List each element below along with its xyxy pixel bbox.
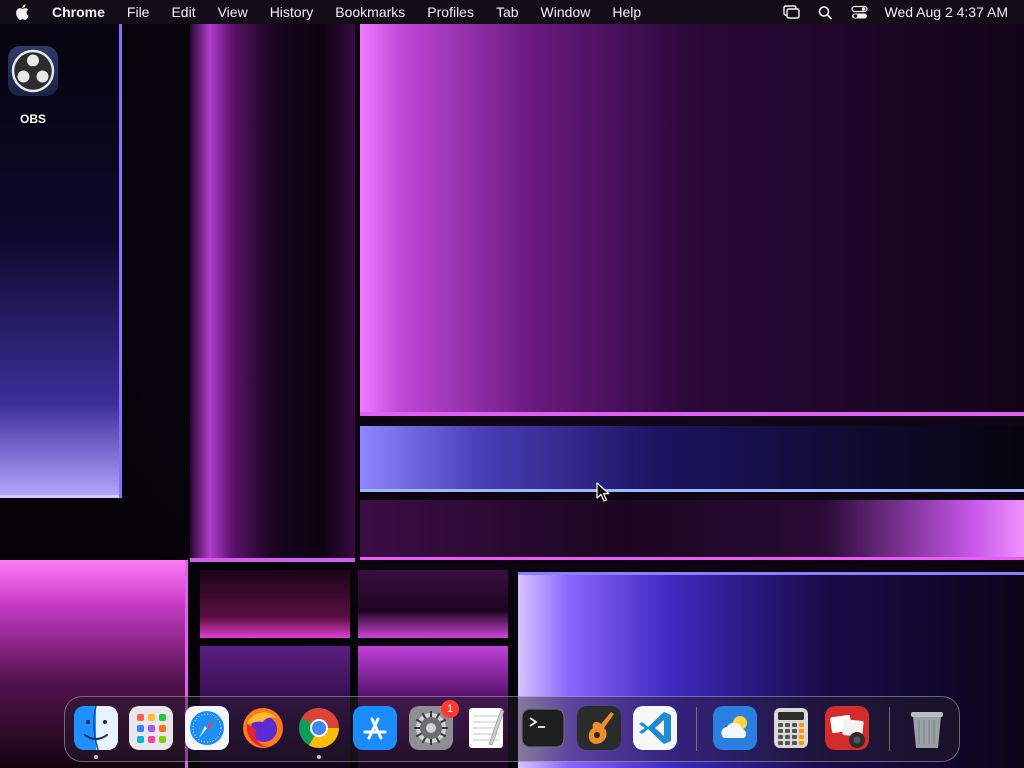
menu-profiles[interactable]: Profiles bbox=[416, 0, 485, 24]
dock: 1 bbox=[64, 696, 960, 762]
menu-bar-left: Chrome File Edit View History Bookmarks Profi… bbox=[0, 0, 652, 24]
app-store-icon bbox=[353, 706, 397, 750]
wallpaper-pane bbox=[360, 24, 1024, 416]
calculator-icon bbox=[774, 708, 808, 748]
desktop-icon-label: OBS bbox=[19, 112, 46, 126]
dock-item-safari[interactable] bbox=[185, 706, 229, 750]
textedit-icon bbox=[469, 708, 505, 748]
dock-item-trash[interactable] bbox=[905, 706, 949, 750]
weather-icon bbox=[713, 706, 757, 750]
notification-badge: 1 bbox=[441, 700, 459, 718]
dock-item-textedit[interactable] bbox=[465, 706, 509, 750]
dock-item-terminal[interactable] bbox=[521, 706, 565, 750]
menu-history[interactable]: History bbox=[259, 0, 325, 24]
running-indicator bbox=[317, 755, 321, 759]
control-center-icon[interactable] bbox=[843, 0, 877, 24]
dock-separator bbox=[889, 707, 890, 751]
menu-bar-clock[interactable]: Wed Aug 2 4:37 AM bbox=[885, 4, 1009, 20]
menu-view[interactable]: View bbox=[207, 0, 259, 24]
menu-help[interactable]: Help bbox=[601, 0, 652, 24]
dock-item-system-settings[interactable]: 1 bbox=[409, 700, 459, 750]
menu-bookmarks[interactable]: Bookmarks bbox=[324, 0, 416, 24]
vscode-icon bbox=[633, 706, 677, 750]
launchpad-icon bbox=[129, 706, 173, 750]
spotlight-search-icon[interactable] bbox=[809, 0, 843, 24]
dock-item-photo-booth[interactable] bbox=[825, 706, 869, 750]
finder-icon bbox=[74, 706, 118, 750]
menu-bar-status: Wed Aug 2 4:37 AM bbox=[775, 0, 1024, 24]
dock-item-weather[interactable] bbox=[713, 706, 757, 750]
firefox-icon bbox=[243, 708, 283, 748]
wallpaper-pane bbox=[358, 570, 508, 638]
obs-studio-icon[interactable] bbox=[8, 46, 58, 96]
dock-item-firefox[interactable] bbox=[241, 706, 285, 750]
dock-item-app-store[interactable] bbox=[353, 706, 397, 750]
dock-item-vscode[interactable] bbox=[633, 706, 677, 750]
wallpaper-pane bbox=[360, 500, 1024, 560]
safari-icon bbox=[185, 706, 229, 750]
menu-tab[interactable]: Tab bbox=[485, 0, 530, 24]
running-indicator bbox=[94, 755, 98, 759]
app-menu-chrome[interactable]: Chrome bbox=[44, 0, 116, 24]
menu-file[interactable]: File bbox=[116, 0, 161, 24]
wallpaper-pane bbox=[360, 426, 1024, 492]
menu-bar: Chrome File Edit View History Bookmarks Profi… bbox=[0, 0, 1024, 24]
desktop-wallpaper bbox=[0, 0, 1024, 768]
menu-edit[interactable]: Edit bbox=[160, 0, 206, 24]
trash-icon bbox=[911, 712, 943, 748]
mouse-cursor-icon bbox=[596, 482, 610, 502]
photo-booth-icon bbox=[825, 706, 869, 750]
menu-window[interactable]: Window bbox=[530, 0, 602, 24]
menu-list: File Edit View History Bookmarks Profiles Tab W… bbox=[116, 0, 652, 24]
wallpaper-pane bbox=[200, 570, 350, 638]
wallpaper-pane bbox=[190, 24, 355, 562]
dock-separator bbox=[696, 707, 697, 751]
chrome-icon bbox=[299, 708, 339, 748]
dock-item-launchpad[interactable] bbox=[129, 706, 173, 750]
garageband-icon bbox=[577, 706, 621, 750]
terminal-icon bbox=[521, 708, 565, 748]
dock-item-finder[interactable] bbox=[74, 706, 118, 759]
dock-item-chrome[interactable] bbox=[297, 706, 341, 759]
apple-logo-icon[interactable] bbox=[0, 0, 44, 24]
dock-item-garageband[interactable] bbox=[577, 706, 621, 750]
screen-mirroring-icon[interactable] bbox=[775, 0, 809, 24]
dock-item-calculator[interactable] bbox=[769, 706, 813, 750]
desktop-icon-obs[interactable]: OBS bbox=[6, 46, 60, 126]
